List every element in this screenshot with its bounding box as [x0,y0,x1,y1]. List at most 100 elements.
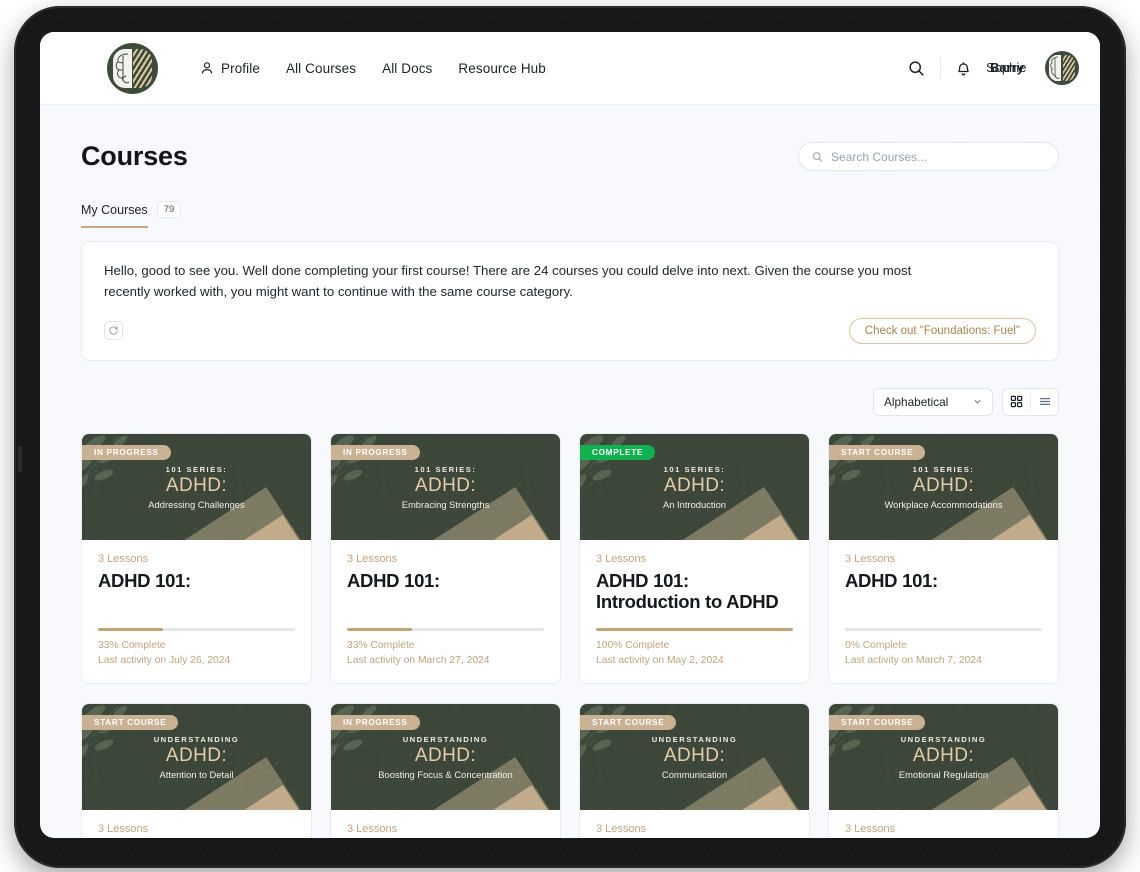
hero-copy: 101 SERIES: ADHD: An Introduction [589,465,800,511]
grid-view-icon[interactable] [1003,389,1030,415]
nav-item-all-docs[interactable]: All Docs [382,61,432,76]
view-toggle-group [1002,387,1059,416]
progress-fill [98,627,163,631]
tablet-screen: Profile All Courses All Docs Resource Hu… [40,32,1100,838]
course-card-body: 3 Lessons ADHD 101: 33% Complete Last ac… [331,540,560,683]
hero-subtitle: Attention to Detail [159,768,234,780]
status-badge: IN PROGRESS [331,444,420,461]
hero-title: ADHD: [663,474,726,496]
course-card[interactable]: IN PROGRESS UNDERSTANDING ADHD: Boosting… [330,702,561,838]
hero-subtitle: Addressing Challenges [148,498,245,510]
course-title: ADHD 101: [347,569,440,591]
tab-my-courses[interactable]: My Courses [81,203,148,228]
hero-kicker: 101 SERIES: [912,464,975,474]
progress-track [596,627,793,631]
device-side-button [18,446,22,472]
progress-fill [347,627,412,631]
hero-kicker: 101 SERIES: [165,464,228,474]
status-badge: IN PROGRESS [82,444,171,461]
brain-logo-icon[interactable] [109,44,156,92]
status-badge: START COURSE [829,714,926,731]
course-card[interactable]: IN PROGRESS 101 SERIES: ADHD: Addressing… [81,432,312,684]
page-title: Courses [81,141,188,171]
hero-copy: 101 SERIES: ADHD: Addressing Challenges [91,465,302,511]
course-controls: Alphabetical [81,387,1059,416]
progress-track [347,627,544,631]
course-card[interactable]: START COURSE 101 SERIES: ADHD: Workplace… [828,432,1059,684]
search-icon[interactable] [908,60,925,77]
course-meta: 33% Complete Last activity on July 26, 2… [98,639,295,669]
refresh-icon[interactable] [104,321,123,341]
toolbar-divider [940,57,941,79]
course-lesson-count: 3 Lessons [845,822,896,835]
list-view-icon[interactable] [1031,389,1058,415]
course-card-hero: COMPLETE 101 SERIES: ADHD: An Introducti… [580,433,809,540]
top-navigation-bar: Profile All Courses All Docs Resource Hu… [40,32,1100,105]
course-card-body: 3 Lessons ADHD 101: Introduction to ADHD… [580,540,809,683]
course-card-hero: IN PROGRESS 101 SERIES: ADHD: Addressing… [82,433,311,540]
nav-label-profile: Profile [221,60,260,76]
nav-label-all-courses: All Courses [285,60,357,76]
course-card-body: 3 Lessons ADHD 101: 0% Complete Last act… [829,540,1058,683]
chevron-down-icon [974,400,981,404]
course-card-hero: IN PROGRESS UNDERSTANDING ADHD: Boosting… [331,703,560,810]
course-card-hero: START COURSE UNDERSTANDING ADHD: Emotion… [829,703,1058,810]
course-card[interactable]: START COURSE UNDERSTANDING ADHD: Communi… [579,702,810,838]
status-badge: START COURSE [82,714,179,731]
course-card-hero: START COURSE UNDERSTANDING ADHD: Attenti… [82,703,311,810]
recommendation-banner: Hello, good to see you. Well done comple… [81,241,1059,361]
course-last-activity: Last activity on March 7, 2024 [845,654,982,666]
course-meta: 0% Complete Last activity on March 7, 20… [845,639,1042,669]
hero-kicker: UNDERSTANDING [651,734,738,744]
hero-subtitle: Workplace Accommodations [884,498,1003,510]
course-lesson-count: 3 Lessons [347,822,398,835]
course-lesson-count: 3 Lessons [98,552,149,565]
hero-title: ADHD: [912,744,975,766]
progress-track [845,627,1042,631]
hero-copy: UNDERSTANDING ADHD: Attention to Detail [91,735,302,781]
course-card[interactable]: START COURSE UNDERSTANDING ADHD: Attenti… [81,702,312,838]
bell-icon[interactable] [956,60,971,77]
course-lesson-count: 3 Lessons [596,552,647,565]
course-card-body: 3 Lessons Manager: [331,810,560,838]
tab-badge-count: 79 [156,201,182,218]
sort-select[interactable]: Alphabetical [873,387,993,416]
course-last-activity: Last activity on March 27, 2024 [347,654,490,666]
progress-track [98,627,295,631]
course-card[interactable]: START COURSE UNDERSTANDING ADHD: Emotion… [828,702,1059,838]
nav-item-resource-hub[interactable]: Resource Hub [458,61,546,76]
nav-item-profile[interactable]: Profile [200,61,260,76]
user-name-label: Sophie Barry [986,60,1032,76]
banner-message: Hello, good to see you. Well done comple… [104,263,912,300]
nav-item-all-courses[interactable]: All Courses [286,61,356,76]
hero-title: ADHD: [414,474,477,496]
course-title: ADHD 101: [845,569,938,591]
status-badge: START COURSE [580,714,677,731]
course-last-activity: Last activity on July 26, 2024 [98,654,231,666]
hero-subtitle: Embracing Strengths [401,498,490,510]
hero-subtitle: Boosting Focus & Concentration [378,768,513,780]
course-lesson-count: 3 Lessons [845,552,896,565]
course-search-box[interactable] [798,142,1059,171]
nav-label-all-docs: All Docs [382,60,433,76]
course-card[interactable]: IN PROGRESS 101 SERIES: ADHD: Embracing … [330,432,561,684]
course-card-body: 3 Lessons ADHD 101: 33% Complete Last ac… [82,540,311,683]
status-badge: COMPLETE [580,444,656,461]
page-header-row: Courses [81,141,1059,172]
hero-kicker: UNDERSTANDING [153,734,240,744]
user-name-overlay: Barry [990,60,1024,75]
course-meta: 33% Complete Last activity on March 27, … [347,639,544,669]
primary-nav-links: Profile All Courses All Docs Resource Hu… [200,61,546,76]
course-card-hero: IN PROGRESS 101 SERIES: ADHD: Embracing … [331,433,560,540]
avatar[interactable] [1047,53,1077,83]
hero-subtitle: Communication [661,768,728,780]
hero-kicker: 101 SERIES: [663,464,726,474]
course-lesson-count: 3 Lessons [596,822,647,835]
banner-cta-button[interactable]: Check out "Foundations: Fuel" [848,317,1036,344]
hero-title: ADHD: [165,474,228,496]
hero-copy: UNDERSTANDING ADHD: Emotional Regulation [838,735,1049,781]
hero-subtitle: An Introduction [662,498,727,510]
hero-title: ADHD: [663,744,726,766]
search-input[interactable] [831,149,1045,164]
course-card[interactable]: COMPLETE 101 SERIES: ADHD: An Introducti… [579,432,810,684]
